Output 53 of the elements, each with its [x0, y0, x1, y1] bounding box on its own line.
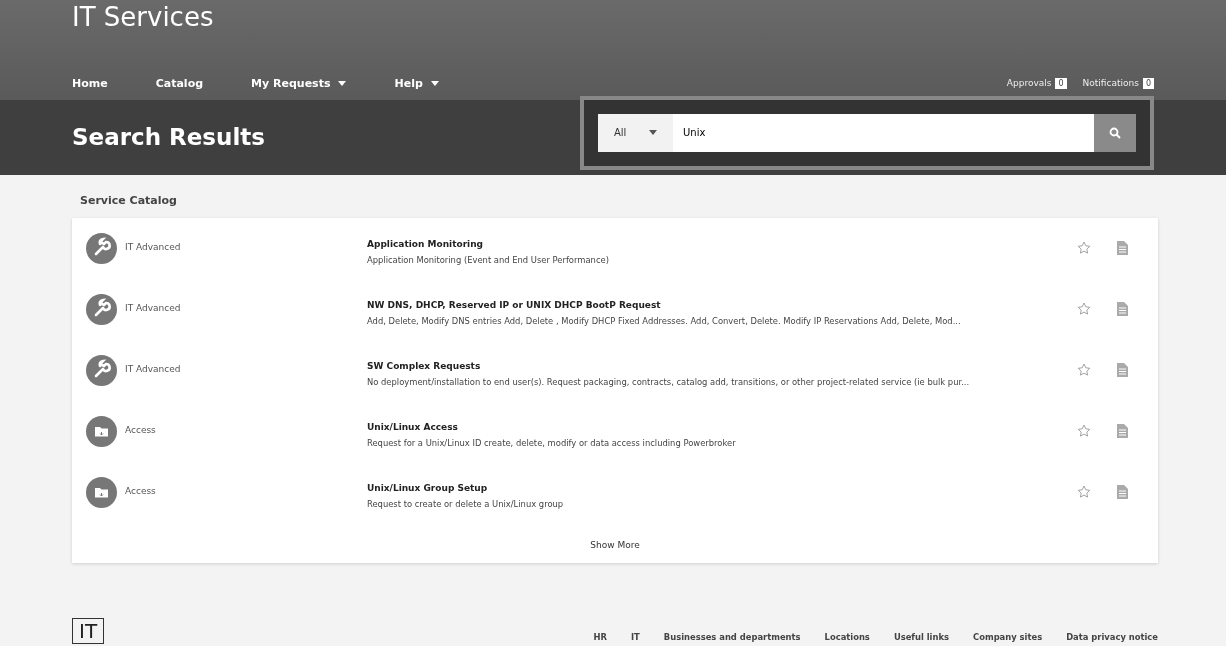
star-icon[interactable]	[1077, 363, 1091, 377]
star-icon[interactable]	[1077, 485, 1091, 499]
result-title[interactable]: Unix/Linux Access	[367, 420, 458, 435]
footer-link[interactable]: HR	[593, 630, 607, 644]
document-icon[interactable]	[1117, 363, 1128, 377]
document-icon[interactable]	[1117, 302, 1128, 316]
footer-link[interactable]: Locations	[824, 630, 870, 644]
result-description: Application Monitoring (Event and End User Performance)	[367, 253, 610, 267]
document-icon[interactable]	[1117, 485, 1128, 499]
category-label: IT Advanced	[125, 363, 182, 377]
footer-link[interactable]: Useful links	[893, 630, 949, 644]
search-icon	[1109, 126, 1121, 139]
category-label: IT Advanced	[125, 241, 182, 255]
counter-link[interactable]: Approvals 0	[1006, 77, 1067, 91]
footer-link[interactable]: Businesses and departments	[663, 630, 801, 644]
footer-link[interactable]: Data privacy notice	[1066, 630, 1158, 644]
search-button[interactable]	[1094, 113, 1136, 152]
nav-link[interactable]: Help	[394, 75, 439, 92]
star-icon[interactable]	[1077, 302, 1091, 316]
result-description: No deployment/installation to end user(s). Request packaging, contracts, catalog add, transitions, or other project-related service (ie bulk pur...	[367, 375, 971, 389]
category-label: Access	[125, 485, 157, 499]
logo: IT	[72, 617, 105, 644]
site-title: IT Services	[72, 1, 215, 34]
search-field[interactable]: Unix	[673, 113, 1094, 152]
nav-link[interactable]: My Requests	[251, 75, 347, 92]
counter-link[interactable]: Notifications 0	[1082, 77, 1154, 91]
section-title: Service Catalog	[79, 193, 178, 209]
wrench-icon	[86, 293, 117, 325]
result-title[interactable]: NW DNS, DHCP, Reserved IP or UNIX DHCP BootP Request	[367, 298, 661, 313]
nav-link[interactable]: Home	[72, 75, 108, 92]
wrench-icon	[86, 354, 117, 386]
folder-icon	[86, 476, 117, 508]
star-icon[interactable]	[1077, 424, 1091, 438]
show-more-link[interactable]: Show More	[584, 537, 646, 553]
category-label: IT Advanced	[125, 302, 182, 316]
category-label: Access	[125, 424, 157, 438]
caret-icon	[649, 130, 657, 135]
nav-link[interactable]: Catalog	[155, 75, 204, 92]
result-description: Request to create or delete a Unix/Linux group	[367, 497, 565, 511]
wrench-icon	[86, 232, 117, 264]
document-icon[interactable]	[1117, 424, 1128, 438]
scope-dropdown[interactable]: All	[598, 113, 673, 152]
page-title: Search Results	[72, 123, 265, 152]
result-description: Add, Delete, Modify DNS entries Add, Delete , Modify DHCP Fixed Addresses. Add, Convert, Delete. Modify IP Reservations Add, Delete, Mod...	[367, 314, 962, 328]
folder-icon	[86, 415, 117, 447]
footer-link[interactable]: Company sites	[973, 630, 1043, 644]
result-description: Request for a Unix/Linux ID create, delete, modify or data access including Powerbroker	[367, 436, 737, 450]
footer-link[interactable]: IT	[631, 630, 640, 644]
result-title[interactable]: Unix/Linux Group Setup	[367, 481, 488, 496]
result-title[interactable]: Application Monitoring	[367, 237, 484, 252]
result-title[interactable]: SW Complex Requests	[367, 359, 481, 374]
document-icon[interactable]	[1117, 241, 1128, 255]
star-icon[interactable]	[1077, 241, 1091, 255]
